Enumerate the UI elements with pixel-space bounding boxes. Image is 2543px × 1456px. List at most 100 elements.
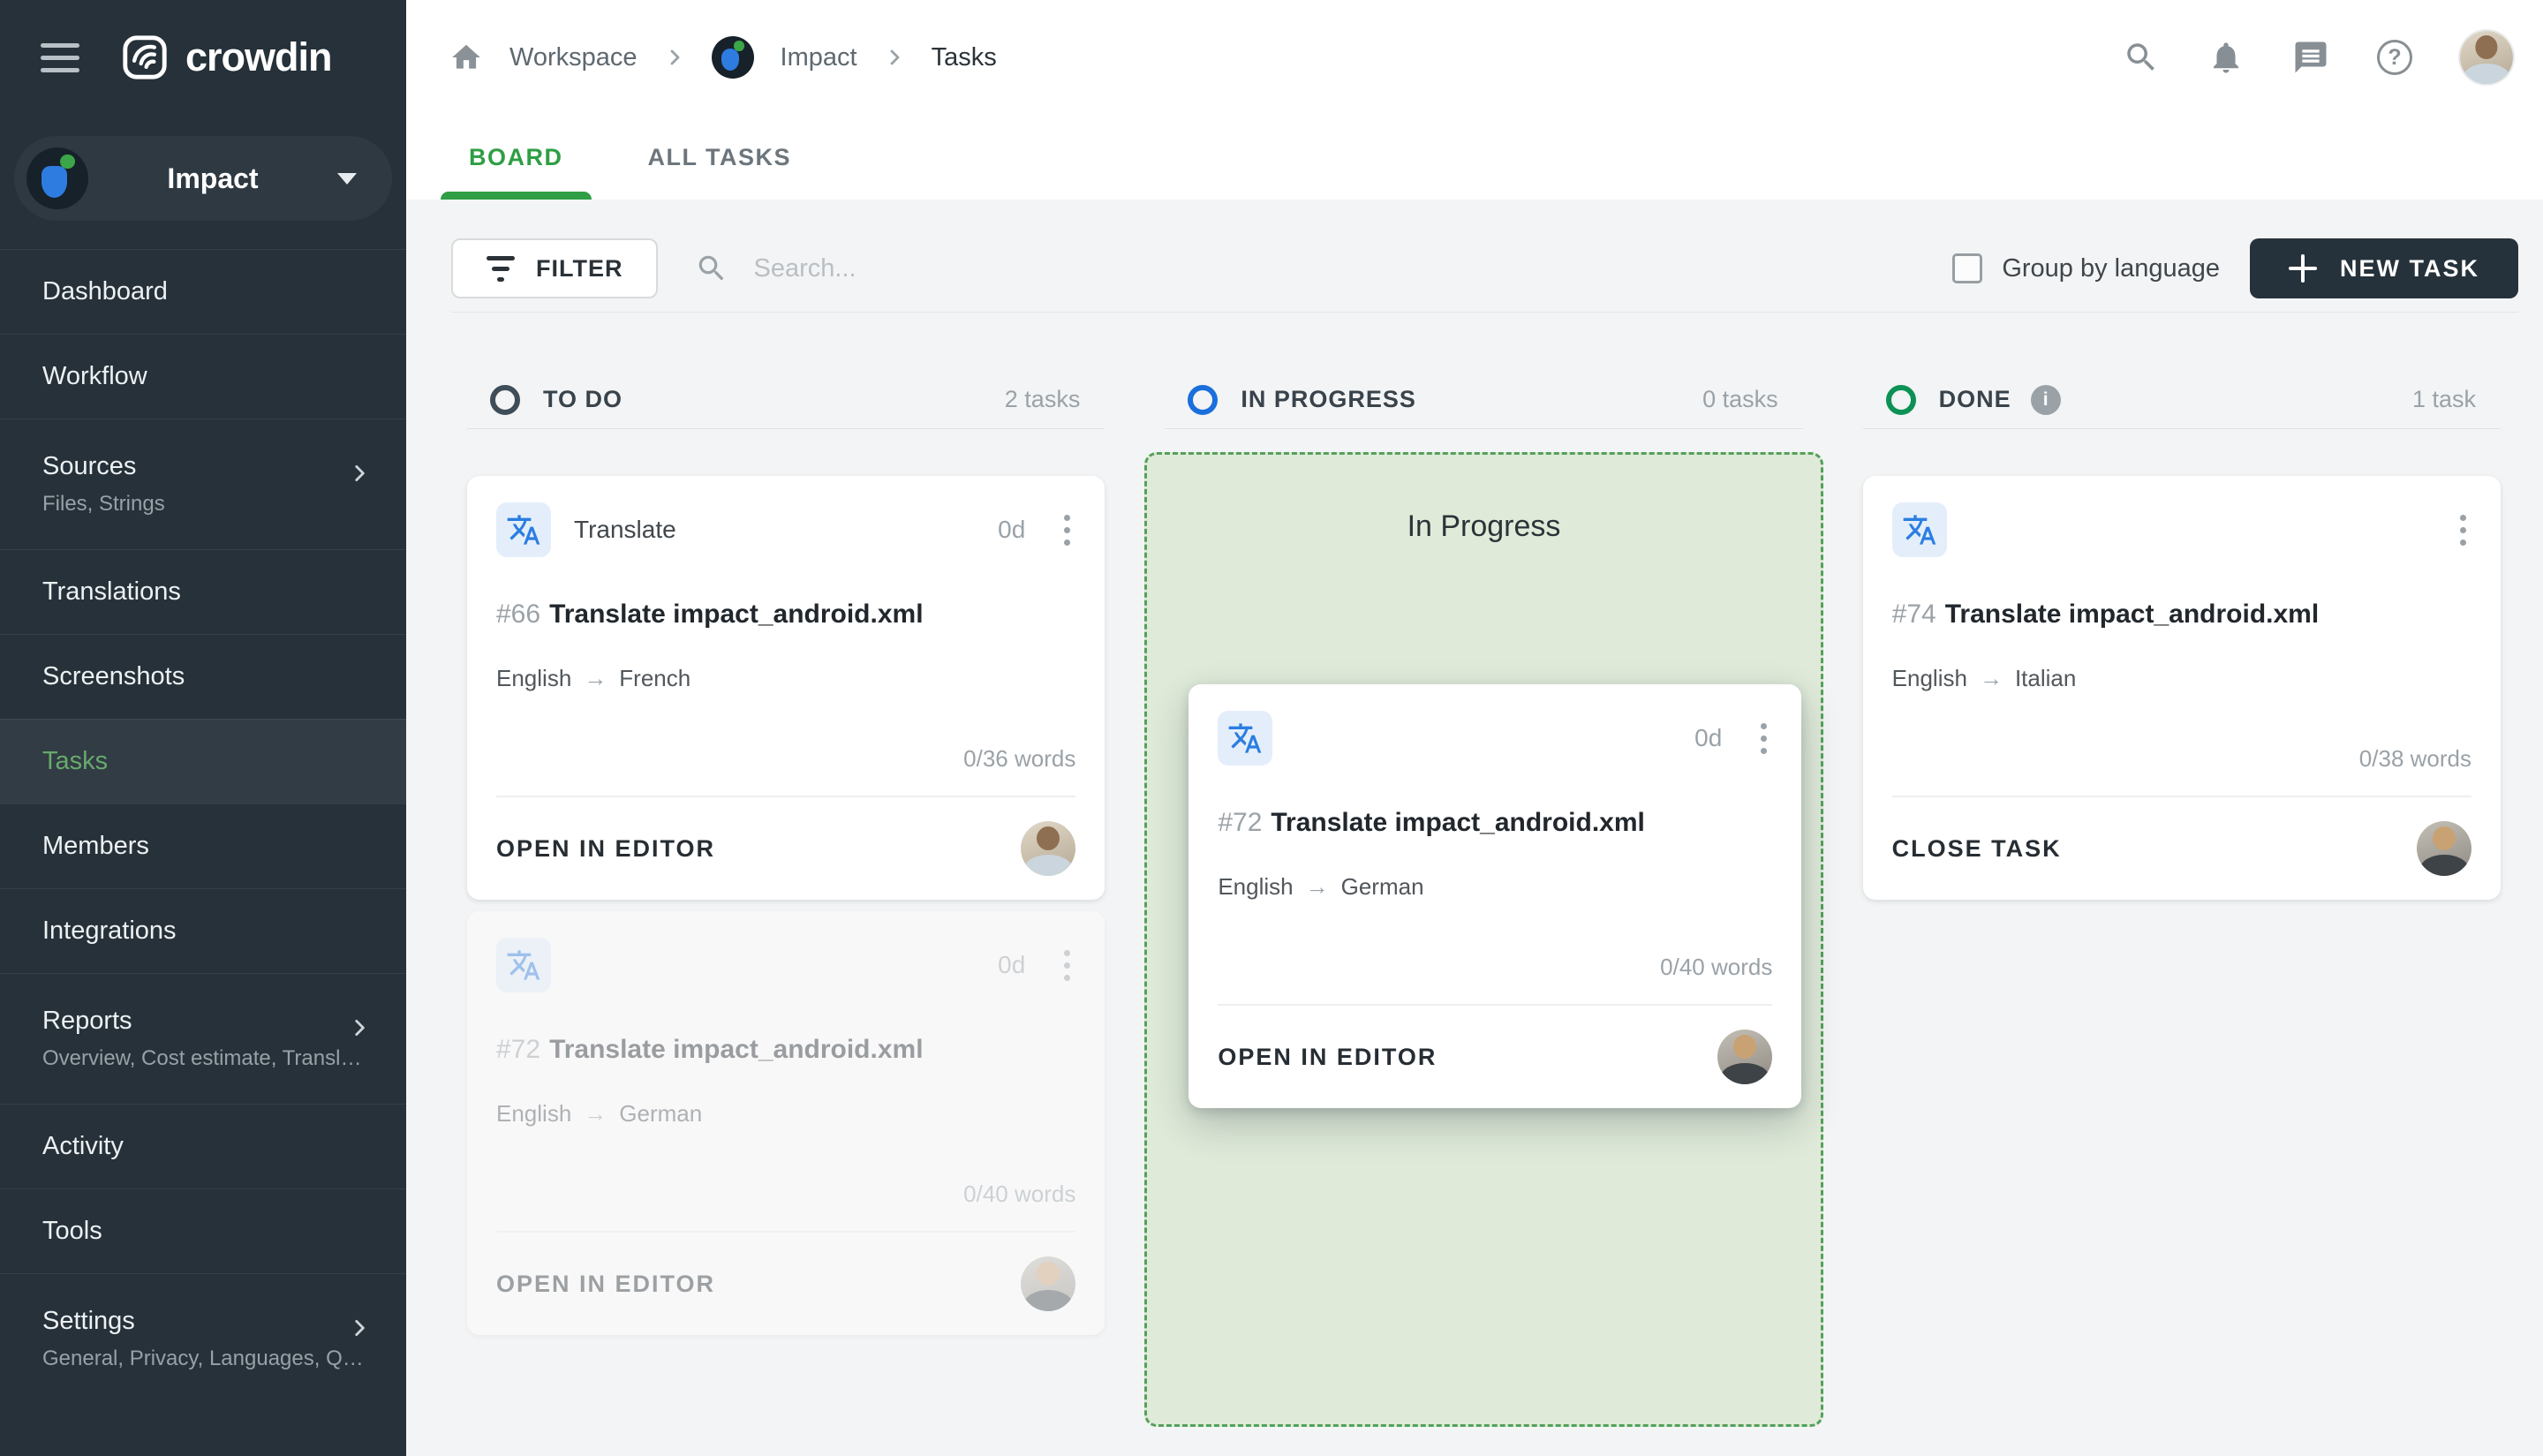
sidebar-header: crowdin xyxy=(0,0,406,115)
open-in-editor-button[interactable]: OPEN IN EDITOR xyxy=(1218,1044,1437,1071)
task-language-pair: English → German xyxy=(496,1100,1075,1128)
hamburger-menu-icon[interactable] xyxy=(41,42,79,72)
task-title: #72 Translate impact_android.xml xyxy=(1218,808,1772,838)
breadcrumb-project-avatar xyxy=(711,36,754,79)
assignee-avatar xyxy=(1717,1030,1773,1084)
sidebar-item-settings[interactable]: Settings General, Privacy, Languages, Q… xyxy=(0,1273,406,1404)
project-selector[interactable]: Impact xyxy=(14,136,392,221)
search-input[interactable] xyxy=(751,253,1247,284)
sidebar-item-sources[interactable]: Sources Files, Strings xyxy=(0,419,406,549)
kebab-menu-icon[interactable] xyxy=(1059,509,1075,551)
sidebar-item-tools[interactable]: Tools xyxy=(0,1188,406,1273)
task-duration: 0d xyxy=(998,516,1026,543)
group-by-language-label[interactable]: Group by language xyxy=(2002,254,2220,283)
messages-icon[interactable] xyxy=(2292,39,2329,76)
home-icon[interactable] xyxy=(449,41,483,74)
task-type-label: Translate xyxy=(574,516,676,543)
task-title-text: Translate impact_android.xml xyxy=(549,1035,924,1064)
board-content: FILTER Group by language NEW TASK xyxy=(406,200,2543,1456)
arrow-right-icon: → xyxy=(584,1100,607,1127)
sidebar-item-workflow[interactable]: Workflow xyxy=(0,334,406,419)
task-id: #72 xyxy=(496,1035,541,1064)
card-footer: OPEN IN EDITOR xyxy=(496,797,1076,900)
sidebar-item-label: Translations xyxy=(42,577,181,606)
notifications-bell-icon[interactable] xyxy=(2207,39,2245,76)
task-title: #72 Translate impact_android.xml xyxy=(496,1035,1075,1065)
group-by-language-checkbox[interactable] xyxy=(1952,253,1983,283)
sidebar-item-label: Integrations xyxy=(42,917,177,945)
sidebar-item-integrations[interactable]: Integrations xyxy=(0,888,406,973)
new-task-button[interactable]: NEW TASK xyxy=(2250,238,2518,298)
column-in-progress-header: IN PROGRESS 0 tasks xyxy=(1165,371,1803,429)
plus-icon xyxy=(2289,254,2317,283)
column-task-count: 1 task xyxy=(2411,386,2476,412)
chevron-down-icon xyxy=(337,172,357,185)
in-progress-dropzone[interactable]: In Progress 0d #72 Translate impact_andro… xyxy=(1144,452,1823,1427)
column-in-progress: IN PROGRESS 0 tasks In Progress 0d #72 T… xyxy=(1144,371,1823,1427)
open-in-editor-button[interactable]: OPEN IN EDITOR xyxy=(496,1271,715,1298)
task-duration: 0d xyxy=(1694,724,1723,751)
logo-wordmark: crowdin xyxy=(185,34,333,79)
source-language: English xyxy=(496,665,572,691)
crowdin-logo[interactable]: crowdin xyxy=(122,34,333,80)
column-done-header: DONE i 1 task xyxy=(1862,371,2501,429)
info-icon[interactable]: i xyxy=(2030,384,2061,415)
task-id: #66 xyxy=(496,600,541,629)
toolbar: FILTER Group by language NEW TASK xyxy=(451,238,2518,298)
task-word-count: 0/40 words xyxy=(963,1181,1076,1207)
sidebar-item-dashboard[interactable]: Dashboard xyxy=(0,249,406,334)
search-icon[interactable] xyxy=(2123,39,2160,76)
card-header: 0d xyxy=(1218,709,1772,767)
tab-all-tasks[interactable]: ALL TASKS xyxy=(620,115,820,200)
assignee-avatar xyxy=(1021,821,1076,876)
task-card-72-dragging[interactable]: 0d #72 Translate impact_android.xml Engli… xyxy=(1188,684,1802,1108)
task-card-66[interactable]: Translate 0d #66 Translate impact_android… xyxy=(467,476,1105,900)
task-title-text: Translate impact_android.xml xyxy=(549,600,924,629)
help-icon[interactable]: ? xyxy=(2377,40,2412,75)
kebab-menu-icon[interactable] xyxy=(1755,718,1772,759)
sidebar-item-sublabel: General, Privacy, Languages, Q… xyxy=(42,1347,364,1370)
column-task-count: 2 tasks xyxy=(1004,386,1081,412)
info-glyph: i xyxy=(2042,389,2049,410)
tab-board[interactable]: BOARD xyxy=(441,115,592,200)
dropzone-label: In Progress xyxy=(1407,509,1561,543)
task-card-72-ghost[interactable]: 0d #72 Translate impact_android.xml Engli… xyxy=(467,911,1105,1335)
sidebar-item-label: Sources xyxy=(42,452,137,480)
kebab-menu-icon[interactable] xyxy=(1059,945,1075,986)
sidebar-item-reports[interactable]: Reports Overview, Cost estimate, Transl… xyxy=(0,973,406,1104)
assignee-avatar xyxy=(2416,821,2471,876)
tab-label: ALL TASKS xyxy=(647,143,792,170)
target-language: German xyxy=(1340,873,1424,900)
breadcrumb: Workspace Impact Tasks xyxy=(449,36,997,79)
user-avatar[interactable] xyxy=(2460,31,2513,84)
filter-button[interactable]: FILTER xyxy=(451,238,659,298)
open-in-editor-button[interactable]: OPEN IN EDITOR xyxy=(496,835,715,863)
arrow-right-icon: → xyxy=(1305,873,1329,900)
breadcrumb-workspace[interactable]: Workspace xyxy=(509,43,638,72)
sidebar-item-label: Activity xyxy=(42,1132,124,1160)
kebab-menu-icon[interactable] xyxy=(2455,509,2471,551)
chevron-right-icon xyxy=(670,49,679,65)
target-language: German xyxy=(619,1100,703,1127)
task-card-74[interactable]: #74 Translate impact_android.xml English … xyxy=(1862,476,2501,900)
close-task-button[interactable]: CLOSE TASK xyxy=(1892,835,2062,863)
task-word-count: 0/40 words xyxy=(1660,954,1773,980)
search-field xyxy=(695,252,1247,285)
card-footer: CLOSE TASK xyxy=(1892,797,2471,900)
task-id: #72 xyxy=(1218,808,1263,837)
chevron-right-icon xyxy=(355,1320,365,1336)
task-title-text: Translate impact_android.xml xyxy=(1944,600,2320,629)
sidebar-item-translations[interactable]: Translations xyxy=(0,549,406,634)
sidebar-item-members[interactable]: Members xyxy=(0,803,406,888)
column-todo-header: TO DO 2 tasks xyxy=(467,371,1105,429)
sidebar-item-tasks[interactable]: Tasks xyxy=(0,719,406,803)
sidebar: crowdin Impact Dashboard Workflow Source… xyxy=(0,0,406,1456)
translate-icon xyxy=(1891,502,1947,557)
sidebar-item-label: Dashboard xyxy=(42,277,168,306)
breadcrumb-project[interactable]: Impact xyxy=(781,43,857,72)
breadcrumb-current-page: Tasks xyxy=(931,42,997,72)
sidebar-item-label: Reports xyxy=(42,1007,132,1035)
sidebar-item-activity[interactable]: Activity xyxy=(0,1104,406,1188)
column-task-count: 0 tasks xyxy=(1702,386,1778,412)
sidebar-item-screenshots[interactable]: Screenshots xyxy=(0,634,406,719)
